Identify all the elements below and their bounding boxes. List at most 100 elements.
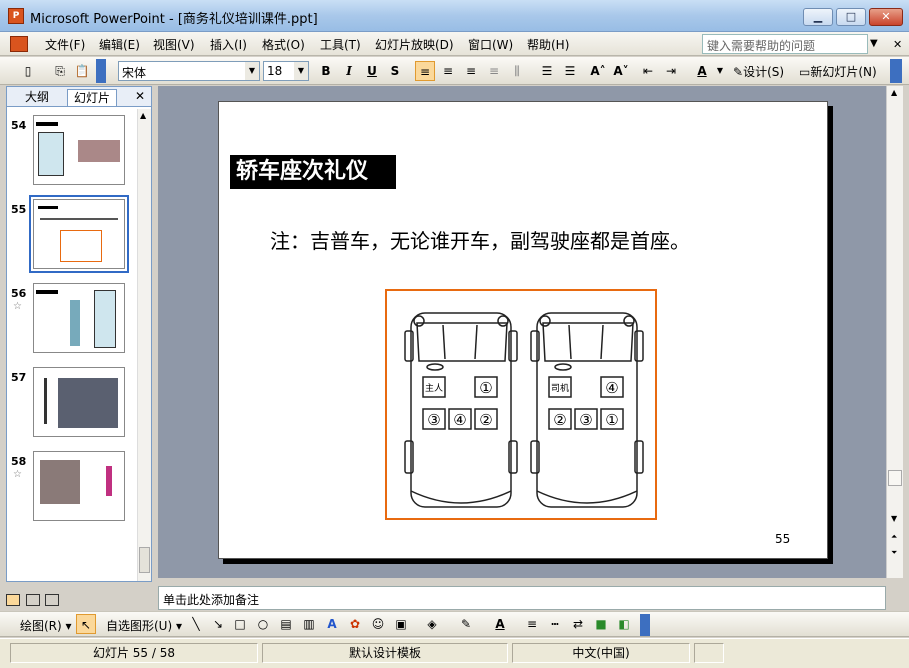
slide-title[interactable]: 轿车座次礼仪 — [230, 155, 396, 189]
tab-outline[interactable]: 大纲 — [19, 89, 55, 106]
3d-style-icon[interactable]: ◧ — [614, 614, 634, 634]
arrow-style-icon[interactable]: ⇄ — [568, 614, 588, 634]
picture-icon[interactable]: ▣ — [391, 614, 411, 634]
line-tool-icon[interactable]: ╲ — [186, 614, 206, 634]
menu-insert[interactable]: 插入(I) — [210, 36, 247, 53]
font-size-value: 18 — [267, 64, 283, 78]
thumb-car-image — [38, 132, 64, 176]
wordart-icon[interactable]: A — [322, 614, 342, 634]
decrease-indent-icon[interactable]: ⇤ — [638, 61, 658, 81]
line-color-icon[interactable]: ✎ — [456, 614, 476, 634]
rear-seat-left-3: ② — [479, 411, 492, 429]
menu-help[interactable]: 帮助(H) — [527, 36, 569, 53]
diagram-tool-icon[interactable]: ✿ — [345, 614, 365, 634]
normal-view-icon[interactable] — [6, 594, 20, 606]
vertical-textbox-icon[interactable]: ▥ — [299, 614, 319, 634]
font-size-select[interactable]: 18 ▼ — [263, 61, 309, 81]
new-document-icon[interactable]: ▯ — [18, 61, 38, 81]
align-center-icon[interactable]: ≡ — [438, 61, 458, 81]
powerpoint-icon[interactable]: P — [8, 8, 24, 24]
menu-format[interactable]: 格式(O) — [262, 36, 305, 53]
scroll-thumb[interactable] — [888, 470, 902, 486]
slideshow-view-icon[interactable] — [45, 594, 59, 606]
oval-tool-icon[interactable]: ○ — [253, 614, 273, 634]
arrow-tool-icon[interactable]: ↘ — [208, 614, 228, 634]
next-slide-icon[interactable]: ⏷ — [891, 548, 897, 558]
maximize-button[interactable]: □ — [836, 8, 866, 26]
doc-icon[interactable] — [10, 36, 28, 52]
close-button[interactable]: ✕ — [869, 8, 903, 26]
toolbar-options-icon[interactable] — [890, 59, 902, 83]
font-name-select[interactable]: 宋体 ▼ — [118, 61, 260, 81]
tab-slides[interactable]: 幻灯片 — [67, 89, 118, 106]
menu-view[interactable]: 视图(V) — [153, 36, 195, 53]
copy-icon[interactable]: ⎘ — [50, 61, 70, 81]
toolbar-options-icon[interactable] — [96, 59, 106, 83]
menu-edit[interactable]: 编辑(E) — [99, 36, 140, 53]
shadow-style-icon[interactable]: ■ — [591, 614, 611, 634]
draw-menu-button[interactable]: 绘图(R) ▾ — [20, 617, 72, 634]
align-left-icon[interactable]: ≡ — [415, 61, 435, 81]
dash-style-icon[interactable]: ┅ — [545, 614, 565, 634]
doc-close-icon[interactable]: ✕ — [893, 38, 902, 51]
status-template[interactable]: 默认设计模板 — [262, 643, 508, 663]
scroll-up-icon[interactable]: ▲ — [891, 88, 897, 97]
increase-font-icon[interactable]: A˄ — [588, 61, 608, 81]
decrease-font-icon[interactable]: A˅ — [611, 61, 631, 81]
menu-window[interactable]: 窗口(W) — [468, 36, 513, 53]
slide-note-text[interactable]: 注：吉普车，无论谁开车，副驾驶座都是首座。 — [270, 225, 690, 254]
underline-button[interactable]: U — [362, 61, 382, 81]
slide-thumbnail-54[interactable] — [33, 115, 125, 185]
rectangle-tool-icon[interactable]: □ — [230, 614, 250, 634]
menu-file[interactable]: 文件(F) — [45, 36, 85, 53]
fill-color-icon[interactable]: ◈ — [422, 614, 442, 634]
slide-scrollbar[interactable]: ▲ ▼ ⏶ ⏷ — [886, 86, 903, 578]
increase-indent-icon[interactable]: ⇥ — [661, 61, 681, 81]
scroll-thumb[interactable] — [139, 547, 150, 573]
align-right-icon[interactable]: ≡ — [461, 61, 481, 81]
chevron-down-icon[interactable]: ▼ — [294, 62, 308, 80]
rear-seat-right-1: ② — [553, 411, 566, 429]
line-style-icon[interactable]: ≡ — [522, 614, 542, 634]
slide-thumbnail-55[interactable] — [29, 195, 129, 273]
font-color-icon[interactable]: A — [490, 614, 510, 634]
font-color-icon[interactable]: A — [692, 61, 712, 81]
front-seat-right: ④ — [605, 379, 618, 397]
new-slide-button[interactable]: ▭新幻灯片(N) — [799, 63, 885, 80]
chevron-down-icon[interactable]: ▼ — [245, 62, 259, 80]
numbering-icon[interactable]: ☰ — [537, 61, 557, 81]
select-pointer-icon[interactable]: ↖ — [76, 614, 96, 634]
notes-input[interactable]: 单击此处添加备注 — [158, 586, 886, 610]
scroll-up-icon[interactable]: ▲ — [140, 111, 146, 120]
menu-slideshow[interactable]: 幻灯片放映(D) — [375, 36, 454, 53]
chevron-down-icon[interactable]: ▼ — [710, 61, 730, 81]
minimize-button[interactable]: ▁ — [803, 8, 833, 26]
slide-thumbnail-56[interactable] — [33, 283, 125, 353]
shadow-button[interactable]: S — [385, 61, 405, 81]
toolbar-options-icon[interactable] — [640, 614, 650, 636]
help-search-input[interactable]: 键入需要帮助的问题 — [702, 34, 868, 54]
bullets-icon[interactable]: ☰ — [560, 61, 580, 81]
menu-tools[interactable]: 工具(T) — [320, 36, 361, 53]
slide-thumbnail-58[interactable] — [33, 451, 125, 521]
justify-icon[interactable]: ≡ — [484, 61, 504, 81]
paste-icon[interactable]: 📋 — [72, 61, 92, 81]
car-seating-svg: 主人 ① ③ ④ ② 司机 ④ ② ③ ① — [404, 312, 644, 508]
distribute-icon[interactable]: ⫼ — [507, 61, 527, 81]
design-button[interactable]: ✎设计(S) — [733, 63, 795, 80]
slide-sorter-icon[interactable] — [25, 594, 40, 606]
autoshapes-button[interactable]: 自选图形(U) ▾ — [106, 617, 182, 634]
help-dropdown-icon[interactable]: ▼ — [870, 38, 878, 49]
previous-slide-icon[interactable]: ⏶ — [891, 532, 897, 542]
slide-thumbnail-57[interactable] — [33, 367, 125, 437]
thumb-text — [44, 378, 47, 424]
clipart-icon[interactable]: ☺ — [368, 614, 388, 634]
car-seating-diagram[interactable]: 主人 ① ③ ④ ② 司机 ④ ② ③ ① — [385, 289, 657, 520]
slides-pane-scrollbar[interactable]: ▲ — [137, 109, 151, 581]
italic-button[interactable]: I — [339, 61, 359, 81]
scroll-down-icon[interactable]: ▼ — [891, 514, 897, 523]
bold-button[interactable]: B — [316, 61, 336, 81]
close-icon[interactable]: ✕ — [135, 89, 145, 103]
textbox-tool-icon[interactable]: ▤ — [276, 614, 296, 634]
rear-seat-right-3: ① — [605, 411, 618, 429]
